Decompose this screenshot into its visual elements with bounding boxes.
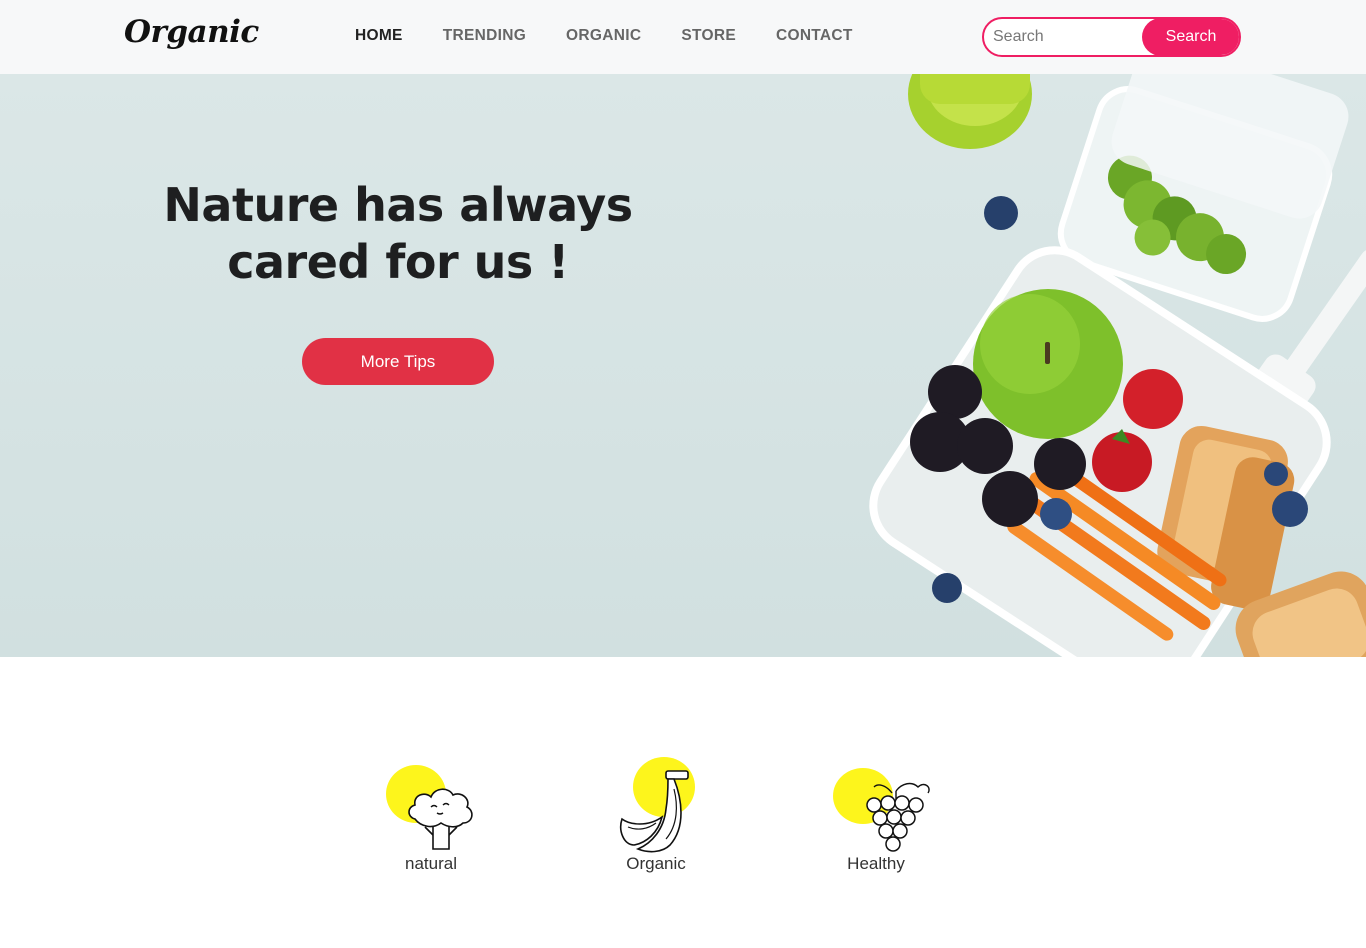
feature-natural: natural <box>351 657 511 887</box>
more-tips-button[interactable]: More Tips <box>302 338 494 385</box>
feature-label: Healthy <box>847 854 905 873</box>
hero-banner: Nature has always cared for us ! More Ti… <box>0 74 1366 657</box>
grapes-icon <box>866 782 930 852</box>
site-header: Organic HOME TRENDING ORGANIC STORE CONT… <box>0 0 1366 74</box>
feature-label: Organic <box>626 854 686 873</box>
feature-healthy: Healthy <box>796 657 956 887</box>
hero-title: Nature has always cared for us ! <box>160 177 636 291</box>
hero-title-line1: Nature has always <box>163 178 633 232</box>
blueberry <box>932 573 962 603</box>
search-form: Search <box>982 17 1241 57</box>
blueberry <box>984 196 1018 230</box>
site-logo[interactable]: Organic <box>124 14 259 50</box>
nav-store[interactable]: STORE <box>681 27 736 45</box>
green-jar <box>908 74 1032 149</box>
apple <box>973 289 1123 439</box>
feature-organic: Organic <box>576 657 736 887</box>
search-button[interactable]: Search <box>1142 19 1239 55</box>
lunchbox-food-image <box>869 74 1366 657</box>
broccoli-icon <box>408 788 473 850</box>
feature-label: natural <box>405 854 457 873</box>
nav-contact[interactable]: CONTACT <box>776 27 853 45</box>
nav-trending[interactable]: TRENDING <box>443 27 526 45</box>
nav-organic[interactable]: ORGANIC <box>566 27 641 45</box>
search-input[interactable] <box>984 19 1146 55</box>
hero-title-line2: cared for us ! <box>227 235 569 289</box>
features-section: natural Organic Healthy <box>0 657 1366 948</box>
banana-icon <box>619 770 689 853</box>
nav-home[interactable]: HOME <box>355 27 403 45</box>
main-nav: HOME TRENDING ORGANIC STORE CONTACT <box>355 27 893 45</box>
